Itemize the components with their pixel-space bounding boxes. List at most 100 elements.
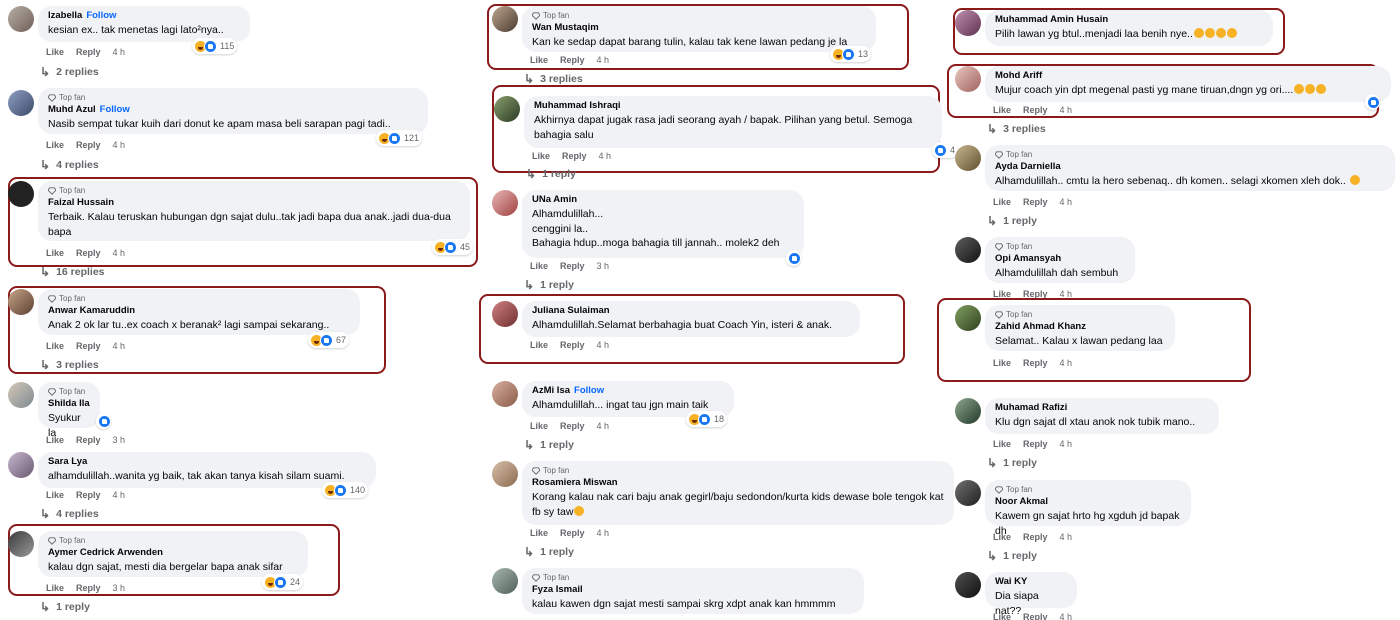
comment-author[interactable]: Wan Mustaqim — [532, 22, 866, 34]
avatar[interactable] — [8, 181, 34, 207]
view-replies-link[interactable]: ↳ 2 replies — [40, 65, 99, 79]
comment-author[interactable]: Muhd Azul Follow — [48, 104, 418, 116]
like-button[interactable]: Like — [993, 358, 1011, 368]
like-button[interactable]: Like — [530, 421, 548, 431]
like-button[interactable]: Like — [993, 532, 1011, 542]
reply-button[interactable]: Reply — [560, 528, 585, 538]
comment-author[interactable]: Muhammad Ishraqi — [534, 100, 932, 112]
reply-button[interactable]: Reply — [560, 421, 585, 431]
reply-button[interactable]: Reply — [1023, 439, 1048, 449]
avatar[interactable] — [955, 145, 981, 171]
comment-time[interactable]: 4 h — [1060, 532, 1073, 542]
like-button[interactable]: Like — [530, 261, 548, 271]
comment-author[interactable]: Shilda Ila — [48, 398, 90, 410]
comment-time[interactable]: 3 h — [113, 583, 126, 593]
comment-time[interactable]: 4 h — [597, 421, 610, 431]
avatar[interactable] — [955, 398, 981, 424]
comment-author[interactable]: Opi Amansyah — [995, 253, 1125, 265]
comment-author[interactable]: Ayda Darniella — [995, 161, 1385, 173]
avatar[interactable] — [8, 289, 34, 315]
view-replies-link[interactable]: ↳ 1 reply — [524, 438, 574, 452]
avatar[interactable] — [492, 381, 518, 407]
like-button[interactable]: Like — [993, 197, 1011, 207]
reply-button[interactable]: Reply — [1023, 197, 1048, 207]
comment-time[interactable]: 3 h — [597, 261, 610, 271]
avatar[interactable] — [8, 452, 34, 478]
avatar[interactable] — [492, 6, 518, 32]
reaction-summary[interactable]: 45 — [432, 239, 474, 255]
avatar[interactable] — [492, 461, 518, 487]
avatar[interactable] — [492, 568, 518, 594]
reply-button[interactable]: Reply — [76, 248, 101, 258]
comment-time[interactable]: 3 h — [113, 435, 126, 445]
reaction-summary[interactable]: 24 — [262, 574, 304, 590]
comment-author[interactable]: UNa Amin — [532, 194, 794, 206]
reaction-summary[interactable]: 13 — [830, 46, 872, 62]
like-button[interactable]: Like — [46, 435, 64, 445]
reply-button[interactable]: Reply — [76, 341, 101, 351]
view-replies-link[interactable]: ↳ 4 replies — [40, 158, 99, 172]
reply-button[interactable]: Reply — [1023, 105, 1048, 115]
view-replies-link[interactable]: ↳ 1 reply — [524, 545, 574, 559]
comment-time[interactable]: 4 h — [597, 340, 610, 350]
like-button[interactable]: Like — [530, 340, 548, 350]
avatar[interactable] — [955, 237, 981, 263]
comment-time[interactable]: 4 h — [599, 151, 612, 161]
comment-time[interactable]: 4 h — [1060, 612, 1073, 620]
comment-author[interactable]: Wai KY — [995, 576, 1067, 588]
comment-time[interactable]: 4 h — [113, 248, 126, 258]
reply-button[interactable]: Reply — [560, 340, 585, 350]
comment-time[interactable]: 4 h — [597, 528, 610, 538]
avatar[interactable] — [8, 6, 34, 32]
comment-time[interactable]: 4 h — [1060, 197, 1073, 207]
reaction-summary[interactable]: 115 — [192, 38, 238, 54]
avatar[interactable] — [492, 301, 518, 327]
avatar[interactable] — [955, 572, 981, 598]
comment-author[interactable]: Faizal Hussain — [48, 197, 460, 209]
reply-button[interactable]: Reply — [76, 490, 101, 500]
reply-button[interactable]: Reply — [1023, 612, 1048, 620]
reaction-summary[interactable] — [786, 250, 801, 266]
comment-time[interactable]: 4 h — [113, 140, 126, 150]
like-button[interactable]: Like — [46, 341, 64, 351]
comment-time[interactable]: 4 h — [597, 55, 610, 65]
view-replies-link[interactable]: ↳ 16 replies — [40, 265, 105, 279]
reply-button[interactable]: Reply — [1023, 532, 1048, 542]
like-button[interactable]: Like — [530, 55, 548, 65]
like-button[interactable]: Like — [532, 151, 550, 161]
comment-author[interactable]: Sara Lya — [48, 456, 366, 468]
reply-button[interactable]: Reply — [562, 151, 587, 161]
comment-author[interactable]: AzMi Isa Follow — [532, 385, 724, 397]
avatar[interactable] — [492, 190, 518, 216]
reaction-summary[interactable]: 18 — [686, 411, 728, 427]
comment-author[interactable]: Zahid Ahmad Khanz — [995, 321, 1165, 333]
reply-button[interactable]: Reply — [76, 47, 101, 57]
comment-author[interactable]: Muhamad Rafizi — [995, 402, 1209, 414]
reply-button[interactable]: Reply — [560, 55, 585, 65]
view-replies-link[interactable]: ↳ 1 reply — [987, 456, 1037, 470]
like-button[interactable]: Like — [46, 140, 64, 150]
reply-button[interactable]: Reply — [1023, 358, 1048, 368]
comment-author[interactable]: Fyza Ismail — [532, 584, 854, 596]
reply-button[interactable]: Reply — [76, 435, 101, 445]
reply-button[interactable]: Reply — [76, 583, 101, 593]
reaction-summary[interactable]: 121 — [376, 130, 423, 146]
avatar[interactable] — [8, 531, 34, 557]
view-replies-link[interactable]: ↳ 3 replies — [987, 122, 1046, 136]
view-replies-link[interactable]: ↳ 3 replies — [524, 72, 583, 86]
reaction-summary[interactable]: 140 — [322, 482, 369, 498]
reply-button[interactable]: Reply — [560, 261, 585, 271]
like-button[interactable]: Like — [530, 528, 548, 538]
like-button[interactable]: Like — [993, 612, 1011, 620]
avatar[interactable] — [8, 382, 34, 408]
view-replies-link[interactable]: ↳ 1 reply — [524, 278, 574, 292]
view-replies-link[interactable]: ↳ 1 reply — [40, 600, 90, 614]
like-button[interactable]: Like — [993, 105, 1011, 115]
like-button[interactable]: Like — [46, 490, 64, 500]
avatar[interactable] — [955, 305, 981, 331]
avatar[interactable] — [955, 480, 981, 506]
comment-author[interactable]: Juliana Sulaiman — [532, 305, 850, 317]
avatar[interactable] — [955, 66, 981, 92]
comment-time[interactable]: 4 h — [1060, 439, 1073, 449]
comment-time[interactable]: 4 h — [1060, 105, 1073, 115]
